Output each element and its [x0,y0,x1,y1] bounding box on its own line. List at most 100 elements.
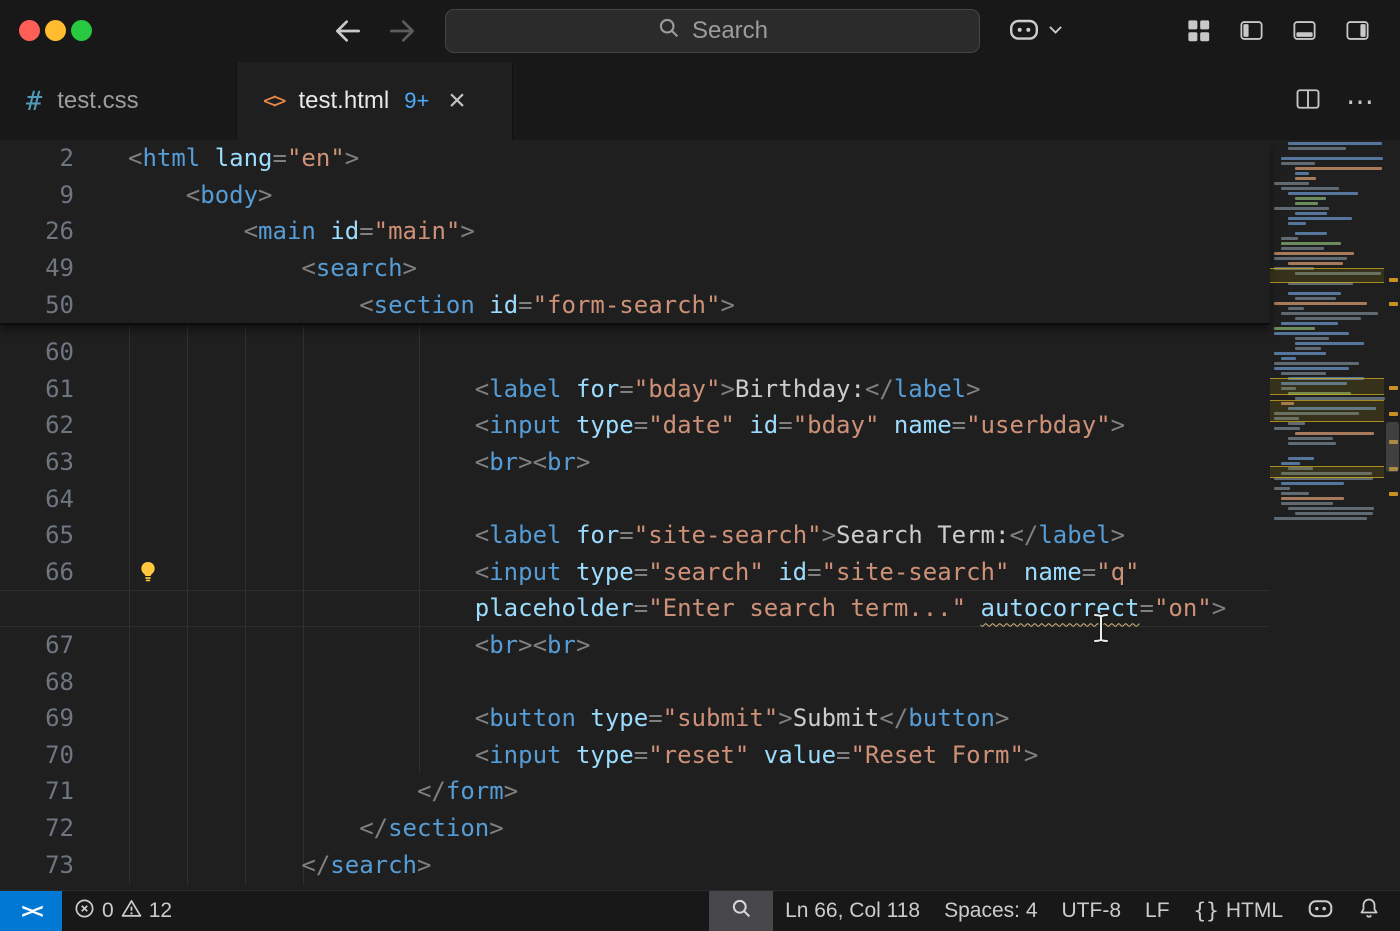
minimap-highlight [1270,466,1384,478]
line-number[interactable]: 2 [0,144,76,172]
problems-indicator[interactable]: 0 12 [62,891,184,931]
glyph-margin [76,250,128,287]
line-number[interactable]: 60 [0,338,76,366]
close-tab-icon[interactable]: × [448,86,466,116]
cursor-position[interactable]: Ln 66, Col 118 [773,891,932,931]
line-number[interactable]: 66 [0,558,76,586]
line-number[interactable]: 69 [0,704,76,732]
editor[interactable]: 60 61 <label for="bday">Birthday:</label>… [0,140,1400,890]
encoding-indicator[interactable]: UTF-8 [1050,891,1134,931]
code-line[interactable]: 68 [0,663,1270,700]
line-number[interactable]: 63 [0,448,76,476]
code-text[interactable]: </form> [128,777,518,805]
minimap-line [1288,442,1336,445]
code-text[interactable]: <html lang="en"> [128,144,359,172]
code-line[interactable]: 60 [0,334,1270,371]
minimap-line [1281,502,1333,505]
glyph-margin [76,334,128,371]
customize-layout-icon[interactable] [1185,17,1212,44]
code-text[interactable]: <label for="site-search">Search Term:</l… [128,521,1125,549]
code-text[interactable]: <br><br> [128,631,590,659]
code-text[interactable]: <main id="main"> [128,217,475,245]
traffic-light-zoom-button[interactable] [71,20,92,41]
eol-indicator[interactable]: LF [1133,891,1182,931]
code-line[interactable]: 62 <input type="date" id="bday" name="us… [0,407,1270,444]
line-number[interactable]: 61 [0,375,76,403]
sticky-line[interactable]: 9 <body> [0,177,1270,214]
code-text[interactable]: <input type="reset" value="Reset Form"> [128,741,1038,769]
code-line[interactable]: 66 <input type="search" id="site-search"… [0,554,1270,591]
line-number[interactable]: 50 [0,291,76,319]
lightbulb-icon[interactable] [136,559,160,585]
tab-test-html[interactable]: <> test.html 9+ × [237,62,513,140]
sticky-line[interactable]: 2 <html lang="en"> [0,140,1270,177]
line-number[interactable]: 64 [0,485,76,513]
toggle-primary-sidebar-icon[interactable] [1238,17,1265,44]
code-text[interactable]: <input type="date" id="bday" name="userb… [128,411,1125,439]
line-number[interactable]: 70 [0,741,76,769]
code-text[interactable]: </search> [128,851,431,879]
back-button[interactable] [332,15,364,47]
mouse-cursor-ibeam [1090,612,1112,649]
minimap-line [1272,452,1386,455]
tab-test-css[interactable]: # test.css [0,62,237,140]
line-number[interactable]: 26 [0,217,76,245]
indentation-indicator[interactable]: Spaces: 4 [932,891,1049,931]
glyph-margin [76,590,128,627]
code-text[interactable]: <label for="bday">Birthday:</label> [128,375,981,403]
code-text[interactable]: </section> [128,814,504,842]
sticky-line[interactable]: 49 <search> [0,250,1270,287]
code-line[interactable]: 67 <br><br> [0,627,1270,664]
code-text[interactable]: <br><br> [128,448,590,476]
split-editor-icon[interactable] [1294,85,1322,118]
more-actions-icon[interactable]: ⋯ [1346,85,1374,118]
toggle-panel-icon[interactable] [1291,17,1318,44]
zoom-indicator[interactable] [709,891,773,931]
language-indicator[interactable]: {} HTML [1182,891,1295,931]
minimap-line [1288,507,1374,510]
line-number[interactable]: 72 [0,814,76,842]
code-line[interactable]: 61 <label for="bday">Birthday:</label> [0,371,1270,408]
code-line[interactable]: 71 </form> [0,773,1270,810]
code-text[interactable]: <section id="form-search"> [128,291,735,319]
minimap[interactable] [1272,142,1386,522]
line-number[interactable]: 73 [0,851,76,879]
line-number[interactable]: 62 [0,411,76,439]
line-number[interactable]: 65 [0,521,76,549]
code-line[interactable]: 73 </search> [0,846,1270,883]
toggle-secondary-sidebar-icon[interactable] [1344,17,1371,44]
remote-indicator[interactable]: >< [0,891,62,931]
sticky-line[interactable]: 26 <main id="main"> [0,213,1270,250]
line-number[interactable]: 68 [0,668,76,696]
notifications-bell[interactable] [1346,891,1392,931]
code-line[interactable]: 72 </section> [0,810,1270,847]
traffic-light-minimize-button[interactable] [45,20,66,41]
line-number[interactable]: 67 [0,631,76,659]
minimap-line [1288,437,1333,440]
code-line[interactable]: 69 <button type="submit">Submit</button> [0,700,1270,737]
code-text[interactable]: placeholder="Enter search term..." autoc… [128,594,1226,622]
line-number[interactable]: 49 [0,254,76,282]
code-area[interactable]: 60 61 <label for="bday">Birthday:</label>… [0,334,1270,883]
code-line[interactable]: 64 [0,480,1270,517]
code-line[interactable]: 65 <label for="site-search">Search Term:… [0,517,1270,554]
minimap-line [1281,492,1309,495]
scrollbar-slider[interactable] [1386,422,1399,472]
copilot-menu[interactable] [1008,14,1063,48]
line-number[interactable]: 9 [0,181,76,209]
code-line[interactable]: placeholder="Enter search term..." autoc… [0,590,1270,627]
traffic-light-close-button[interactable] [19,20,40,41]
code-text[interactable]: <input type="search" id="site-search" na… [128,558,1140,586]
code-line[interactable]: 63 <br><br> [0,444,1270,481]
code-text[interactable]: <button type="submit">Submit</button> [128,704,1009,732]
sticky-scroll[interactable]: 2<html lang="en">9 <body>26 <main id="ma… [0,140,1270,325]
line-number[interactable]: 71 [0,777,76,805]
code-line[interactable]: 70 <input type="reset" value="Reset Form… [0,737,1270,774]
forward-button[interactable] [386,15,418,47]
copilot-icon [1008,16,1040,47]
sticky-line[interactable]: 50 <section id="form-search"> [0,286,1270,323]
code-text[interactable]: <body> [128,181,273,209]
command-center-search[interactable]: Search [445,9,980,53]
code-text[interactable]: <search> [128,254,417,282]
copilot-status[interactable] [1295,891,1346,931]
